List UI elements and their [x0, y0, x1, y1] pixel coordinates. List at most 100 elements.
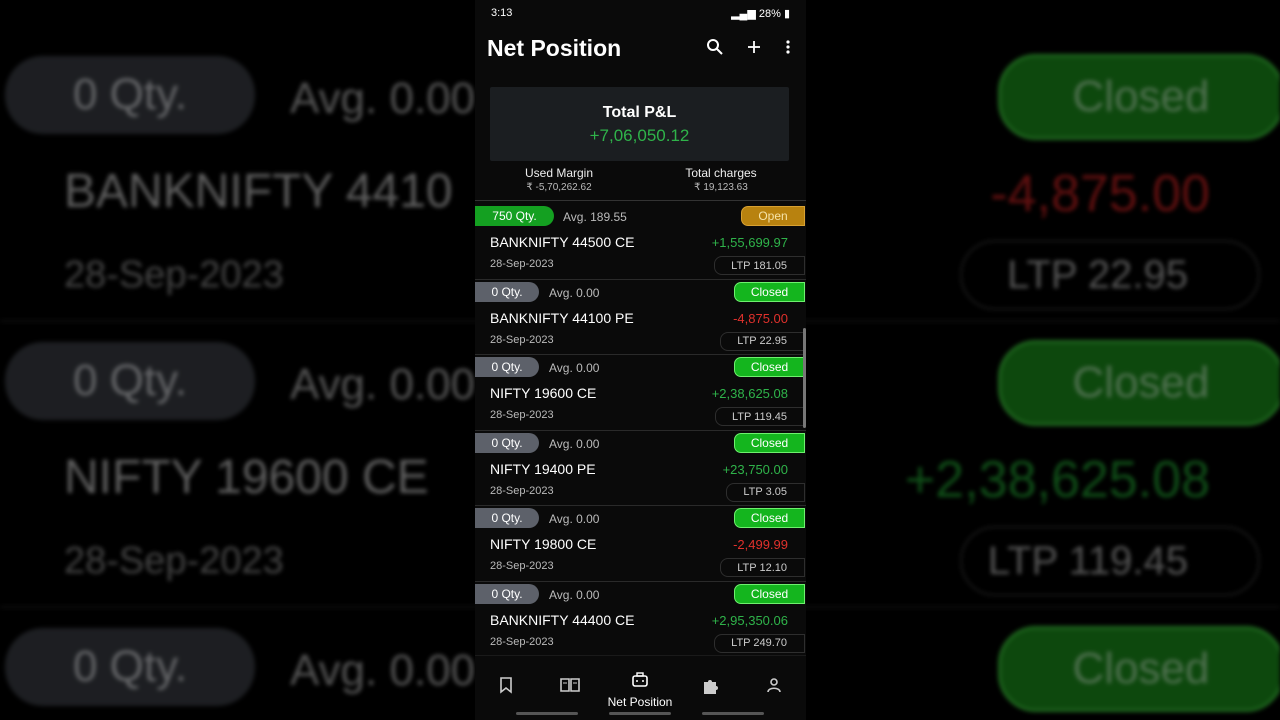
position-row[interactable]: 0 Qty. Avg. 0.00 Closed NIFTY 19400 PE +…	[475, 431, 806, 506]
expiry-date: 28-Sep-2023	[490, 560, 554, 572]
bg-date: 28-Sep-2023	[64, 540, 284, 582]
status-badge: Closed	[734, 357, 805, 377]
position-pnl: -4,875.00	[733, 310, 788, 326]
status-badge: Closed	[734, 583, 805, 604]
used-margin-label: Used Margin	[524, 166, 594, 180]
position-pnl: +2,95,350.06	[711, 612, 788, 628]
expiry-date: 28-Sep-2023	[490, 409, 554, 421]
position-row[interactable]: 0 Qty. Avg. 0.00 Closed BANKNIFTY 44100 …	[475, 280, 806, 355]
status-bar: 3:13 ▂▄▆ 28% ▮	[475, 0, 806, 26]
total-charges: Total charges ₹ 19,123.63	[675, 166, 767, 193]
nav-net-position[interactable]: Net Position	[597, 672, 683, 709]
instrument-name: BANKNIFTY 44100 PE	[490, 309, 634, 326]
status-badge: Closed	[734, 281, 805, 302]
total-pnl-value: +7,06,050.12	[589, 126, 690, 145]
position-row[interactable]: 750 Qty. Avg. 189.55 Open BANKNIFTY 4450…	[475, 204, 806, 280]
bg-avg-text: Avg. 0.00	[290, 74, 476, 123]
puzzle-icon[interactable]	[701, 676, 721, 701]
status-badge: Closed	[734, 508, 805, 528]
avg-price: Avg. 0.00	[549, 436, 600, 451]
bg-date: 28-Sep-2023	[64, 254, 284, 296]
ltp-chip: LTP 12.10	[720, 558, 805, 577]
qty-pill: 0 Qty.	[475, 508, 539, 528]
avg-price: Avg. 0.00	[549, 587, 600, 602]
used-margin: Used Margin ₹ -5,70,262.62	[515, 166, 603, 193]
positions-list: 750 Qty. Avg. 189.55 Open BANKNIFTY 4450…	[475, 204, 806, 657]
phone-screen: 3:13 ▂▄▆ 28% ▮ Net Position Total P&L +7…	[475, 0, 806, 720]
nav-net-position-label: Net Position	[607, 695, 673, 709]
more-vert-icon[interactable]	[778, 38, 798, 58]
bg-closed-badge: Closed	[998, 340, 1280, 426]
instrument-name: BANKNIFTY 44400 CE	[490, 611, 635, 628]
total-charges-value: ₹ 19,123.63	[694, 182, 748, 193]
battery-icon: ▮	[783, 8, 790, 20]
position-pnl: +2,38,625.08	[711, 386, 788, 401]
used-margin-value: ₹ -5,70,262.62	[526, 182, 592, 193]
bg-pnl: +2,38,625.08	[904, 451, 1210, 509]
qty-pill: 0 Qty.	[475, 357, 539, 377]
bottom-nav: Net Position	[475, 655, 806, 720]
bg-qty-pill: 0 Qty.	[5, 628, 255, 706]
bg-ltp: LTP 119.45	[960, 526, 1260, 596]
status-time: 3:13	[491, 7, 513, 19]
search-icon[interactable]	[705, 38, 725, 58]
instrument-name: NIFTY 19400 PE	[490, 460, 596, 477]
avg-price: Avg. 0.00	[549, 361, 600, 375]
divider	[475, 200, 806, 201]
bg-closed-badge: Closed	[998, 626, 1280, 712]
instrument-name: NIFTY 19600 CE	[490, 385, 597, 401]
ltp-chip: LTP 181.05	[714, 256, 805, 275]
bg-ltp: LTP 22.95	[960, 240, 1260, 310]
bookmark-icon[interactable]	[497, 676, 515, 699]
total-charges-label: Total charges	[685, 166, 757, 180]
total-pnl-label: Total P&L	[602, 104, 677, 121]
ltp-chip: LTP 249.70	[714, 633, 805, 653]
bg-name: BANKNIFTY 4410	[64, 165, 453, 218]
battery-level: 28%	[758, 8, 781, 20]
bg-qty-pill: 0 Qty.	[5, 342, 255, 420]
expiry-date: 28-Sep-2023	[490, 258, 554, 270]
position-row[interactable]: 0 Qty. Avg. 0.00 Closed NIFTY 19600 CE +…	[475, 355, 806, 431]
position-pnl: -2,499.99	[733, 537, 788, 552]
add-icon[interactable]	[744, 38, 764, 58]
position-row[interactable]: 0 Qty. Avg. 0.00 Closed NIFTY 19800 CE -…	[475, 506, 806, 582]
instrument-name: BANKNIFTY 44500 CE	[490, 234, 635, 250]
qty-pill: 0 Qty.	[475, 583, 539, 604]
gesture-bar	[516, 712, 578, 715]
ltp-chip: LTP 3.05	[726, 482, 805, 502]
book-icon[interactable]	[559, 676, 581, 699]
bg-avg-text: Avg. 0.00	[290, 360, 476, 409]
bg-name: NIFTY 19600 CE	[64, 451, 429, 504]
expiry-date: 28-Sep-2023	[490, 635, 554, 648]
expiry-date: 28-Sep-2023	[490, 333, 554, 346]
position-pnl: +1,55,699.97	[711, 235, 788, 250]
page-title: Net Position	[487, 35, 622, 61]
position-pnl: +23,750.00	[722, 461, 788, 477]
bg-closed-badge: Closed	[998, 54, 1280, 140]
ltp-chip: LTP 22.95	[720, 331, 805, 351]
person-icon[interactable]	[765, 676, 783, 699]
expiry-date: 28-Sep-2023	[490, 484, 554, 497]
scrollbar[interactable]	[803, 328, 806, 428]
bg-qty-pill: 0 Qty.	[5, 56, 255, 134]
avg-price: Avg. 0.00	[549, 285, 600, 300]
avg-price: Avg. 0.00	[549, 512, 600, 526]
ltp-chip: LTP 119.45	[714, 407, 805, 426]
instrument-name: NIFTY 19800 CE	[490, 536, 597, 552]
pnl-summary-card: Total P&L +7,06,050.12	[490, 87, 789, 161]
avg-price: Avg. 189.55	[563, 210, 627, 224]
bg-pnl: -4,875.00	[990, 165, 1210, 223]
position-row[interactable]: 0 Qty. Avg. 0.00 Closed BANKNIFTY 44400 …	[475, 582, 806, 657]
margin-row: Used Margin ₹ -5,70,262.62 Total charges…	[475, 166, 806, 200]
qty-pill: 0 Qty.	[475, 432, 539, 453]
bg-avg-text: Avg. 0.00	[290, 646, 476, 695]
briefcase-icon	[597, 672, 683, 693]
qty-pill: 750 Qty.	[475, 206, 554, 226]
gesture-bar	[609, 712, 671, 715]
gesture-bar	[702, 712, 764, 715]
status-right: ▂▄▆ 28% ▮	[731, 7, 790, 20]
app-bar: Net Position	[475, 28, 806, 72]
status-badge: Open	[741, 206, 805, 226]
status-badge: Closed	[734, 432, 805, 453]
signal-icon: ▂▄▆	[731, 8, 759, 20]
